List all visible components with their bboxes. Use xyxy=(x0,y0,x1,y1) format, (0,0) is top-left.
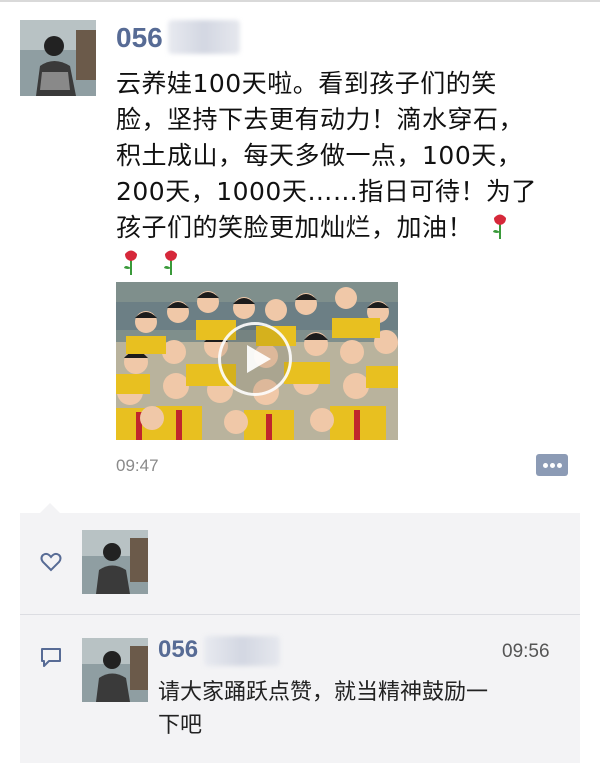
rose-emoji-icon xyxy=(164,250,178,275)
comment-text: 请大家踊跃点赞，就当精神鼓励一 下吧 xyxy=(158,676,563,742)
more-options-icon-dot xyxy=(557,463,562,468)
play-icon xyxy=(247,345,271,373)
post-text-line: 孩子们的笑脸更加灿烂，加油！ xyxy=(116,213,474,242)
post-text: 云养娃100天啦。看到孩子们的笑 脸，坚持下去更有动力！滴水穿石， 积土成山，每… xyxy=(116,66,561,282)
post-text-line: 脸，坚持下去更有动力！滴水穿石， xyxy=(116,105,525,134)
author-name-redaction xyxy=(168,20,240,54)
play-button[interactable] xyxy=(218,322,292,396)
comment-timestamp: 09:56 xyxy=(502,641,550,662)
heart-icon xyxy=(40,552,62,572)
commenter-avatar[interactable] xyxy=(82,638,148,702)
rose-emoji-icon xyxy=(124,250,137,275)
post-text-line-emoji xyxy=(116,246,561,282)
more-options-icon xyxy=(543,463,548,468)
comments-pointer xyxy=(40,503,60,513)
comment-icon xyxy=(41,648,61,667)
post-text-line: 200天，1000天……指日可待！为了 xyxy=(116,177,537,206)
more-options-button[interactable] xyxy=(536,454,568,476)
commenter-name[interactable]: 056 xyxy=(158,636,198,664)
post-author-avatar[interactable] xyxy=(20,20,96,96)
post-author-name[interactable]: 056 xyxy=(116,22,163,54)
commenter-name-redaction xyxy=(204,636,280,666)
rose-emoji-icon xyxy=(493,214,507,239)
post-text-line-with-emoji: 孩子们的笑脸更加灿烂，加油！ xyxy=(116,210,561,246)
top-divider xyxy=(0,0,600,2)
comments-divider xyxy=(20,614,580,615)
comment-text-line: 下吧 xyxy=(158,713,203,738)
post-timestamp: 09:47 xyxy=(116,456,159,475)
post-text-line: 积土成山，每天多做一点，100天， xyxy=(116,141,523,170)
comment-text-line: 请大家踊跃点赞，就当精神鼓励一 xyxy=(158,680,489,705)
more-options-icon-dot xyxy=(550,463,555,468)
post-text-line: 云养娃100天啦。看到孩子们的笑 xyxy=(116,69,497,98)
video-thumbnail[interactable] xyxy=(116,282,398,440)
liker-avatar[interactable] xyxy=(82,530,148,594)
